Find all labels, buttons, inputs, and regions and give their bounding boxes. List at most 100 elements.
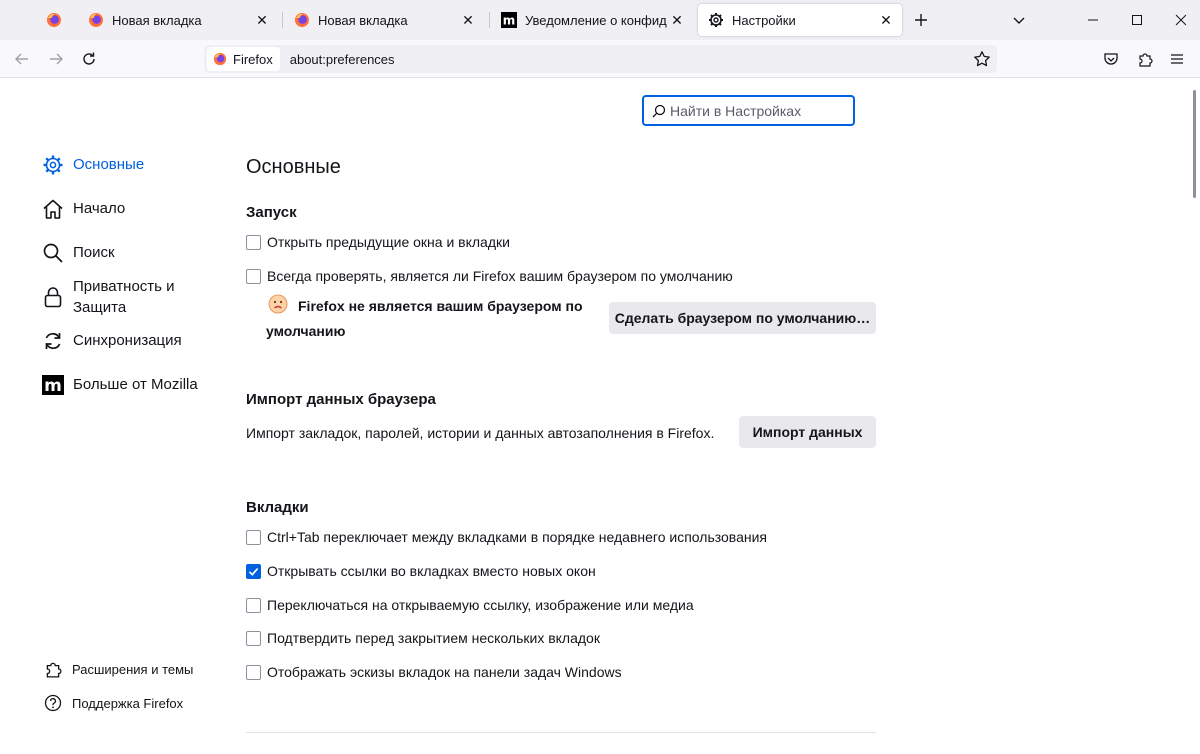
sidebar-item-label: Приватность и Защита (73, 278, 175, 316)
maximize-icon (1132, 15, 1142, 25)
menu-button[interactable] (1165, 47, 1189, 71)
gear-icon (42, 154, 64, 176)
tab-new-2[interactable]: Новая вкладка ✕ (284, 4, 484, 36)
checkbox-label: Отображать эскизы вкладок на панели зада… (267, 664, 622, 680)
new-tab-button[interactable] (909, 8, 933, 32)
sidebar-item-label: Больше от Mozilla (73, 376, 198, 393)
import-description: Импорт закладок, паролей, истории и данн… (246, 425, 715, 441)
nav-bar: Firefox about:preferences (0, 40, 1200, 78)
not-default-message: Firefox не является вашим браузером по у… (266, 298, 583, 339)
close-icon[interactable]: ✕ (667, 10, 687, 30)
checkbox[interactable] (246, 268, 261, 284)
search-icon (42, 242, 64, 264)
close-icon[interactable]: ✕ (876, 10, 896, 30)
sidebar-item-sync[interactable]: Синхронизация (42, 330, 182, 352)
checkbox-label: Подтвердить перед закрытием нескольких в… (267, 630, 600, 646)
tab-separator (282, 12, 283, 28)
chevron-down-icon (1013, 17, 1025, 24)
minimize-icon (1088, 19, 1098, 21)
sidebar-firefox-support[interactable]: Поддержка Firefox (44, 694, 183, 712)
reload-icon (83, 52, 95, 65)
url-text[interactable]: about:preferences (290, 52, 395, 67)
checkbox-label: Открыть предыдущие окна и вкладки (267, 234, 510, 250)
sidebar-item-privacy[interactable]: Приватность и Защита (42, 276, 202, 318)
pocket-button[interactable] (1099, 47, 1123, 71)
tab-title: Уведомление о конфиденциа (525, 12, 667, 28)
arrow-right-icon (50, 53, 63, 65)
lock-icon (42, 286, 64, 308)
sidebar-item-search[interactable]: Поиск (42, 242, 115, 264)
import-data-button[interactable]: Импорт данных (739, 416, 876, 448)
list-all-tabs-button[interactable] (1007, 8, 1031, 32)
plus-icon (915, 14, 927, 26)
pocket-icon (1104, 53, 1118, 65)
check-default-checkbox[interactable]: Всегда проверять, является ли Firefox ва… (246, 268, 733, 284)
sidebar-item-general[interactable]: Основные (42, 154, 144, 176)
sidebar-extensions-themes[interactable]: Расширения и темы (44, 660, 193, 678)
sidebar-item-label: Поиск (73, 244, 115, 261)
minimize-button[interactable] (1081, 8, 1105, 32)
gear-icon (709, 13, 723, 27)
sidebar-footer-label: Поддержка Firefox (72, 695, 184, 711)
close-window-button[interactable] (1169, 8, 1193, 32)
identity-box[interactable]: Firefox (207, 47, 280, 71)
firefox-icon (295, 13, 309, 27)
checkbox-checked[interactable] (246, 563, 261, 579)
sidebar-item-label: Основные (73, 156, 145, 173)
checkbox[interactable] (246, 234, 261, 250)
open-links-in-tabs-checkbox[interactable]: Открывать ссылки во вкладках вместо новы… (246, 563, 596, 579)
close-icon[interactable]: ✕ (458, 10, 478, 30)
back-button[interactable] (10, 47, 34, 71)
star-icon[interactable] (973, 50, 991, 68)
tab-new-1[interactable]: Новая вкладка ✕ (78, 4, 278, 36)
firefox-icon (47, 13, 61, 27)
sync-icon (42, 330, 64, 352)
checkbox[interactable] (246, 630, 261, 646)
warn-on-close-checkbox[interactable]: Подтвердить перед закрытием нескольких в… (246, 630, 600, 646)
forward-button[interactable] (44, 47, 68, 71)
puzzle-icon (1139, 53, 1153, 67)
sidebar-item-more-from-mozilla[interactable]: m Больше от Mozilla (42, 374, 198, 396)
sidebar-item-label: Начало (73, 200, 126, 217)
tab-pinned-firefox[interactable] (36, 4, 72, 36)
search-placeholder: Найти в Настройках (670, 102, 802, 119)
mozilla-icon: m (501, 12, 517, 28)
ctrl-tab-checkbox[interactable]: Ctrl+Tab переключает между вкладками в п… (246, 529, 767, 545)
tab-settings[interactable]: Настройки ✕ (698, 4, 902, 36)
home-icon (42, 198, 64, 220)
maximize-button[interactable] (1125, 8, 1149, 32)
switch-to-new-tab-checkbox[interactable]: Переключаться на открываемую ссылку, изо… (246, 597, 694, 613)
identity-label: Firefox (233, 51, 273, 67)
checkbox-label: Ctrl+Tab переключает между вкладками в п… (267, 529, 767, 545)
mozilla-icon: m (42, 374, 64, 396)
arrow-left-icon (15, 53, 28, 65)
firefox-icon (213, 52, 227, 66)
help-icon (44, 694, 62, 712)
sidebar-footer-label: Расширения и темы (72, 661, 194, 677)
checkbox-label: Всегда проверять, является ли Firefox ва… (267, 268, 733, 284)
svg-text:m: m (503, 14, 516, 28)
tab-title: Настройки (732, 12, 796, 28)
checkbox[interactable] (246, 597, 261, 613)
sidebar-item-home[interactable]: Начало (42, 198, 125, 220)
make-default-button[interactable]: Сделать браузером по умолчанию… (609, 302, 876, 334)
restore-session-checkbox[interactable]: Открыть предыдущие окна и вкладки (246, 234, 510, 250)
url-bar[interactable]: Firefox about:preferences (204, 45, 997, 73)
section-divider (246, 732, 876, 733)
taskbar-previews-checkbox[interactable]: Отображать эскизы вкладок на панели зада… (246, 664, 622, 680)
page-title: Основные (246, 156, 341, 178)
checkmark-icon (248, 567, 259, 576)
scrollbar[interactable] (1193, 90, 1196, 198)
close-icon[interactable]: ✕ (252, 10, 272, 30)
tab-privacy-notice[interactable]: m Уведомление о конфиденциа ✕ (491, 4, 693, 36)
import-heading: Импорт данных браузера (246, 391, 436, 408)
extensions-button[interactable] (1133, 47, 1157, 71)
checkbox[interactable] (246, 664, 261, 680)
checkbox-label: Открывать ссылки во вкладках вместо новы… (267, 563, 596, 579)
search-input[interactable]: Найти в Настройках (642, 95, 855, 126)
tab-strip: Новая вкладка ✕ Новая вкладка ✕ m Уведом… (0, 0, 1200, 40)
checkbox[interactable] (246, 529, 261, 545)
reload-button[interactable] (77, 47, 101, 71)
tab-separator (489, 12, 490, 28)
checkbox-label: Переключаться на открываемую ссылку, изо… (267, 597, 694, 613)
